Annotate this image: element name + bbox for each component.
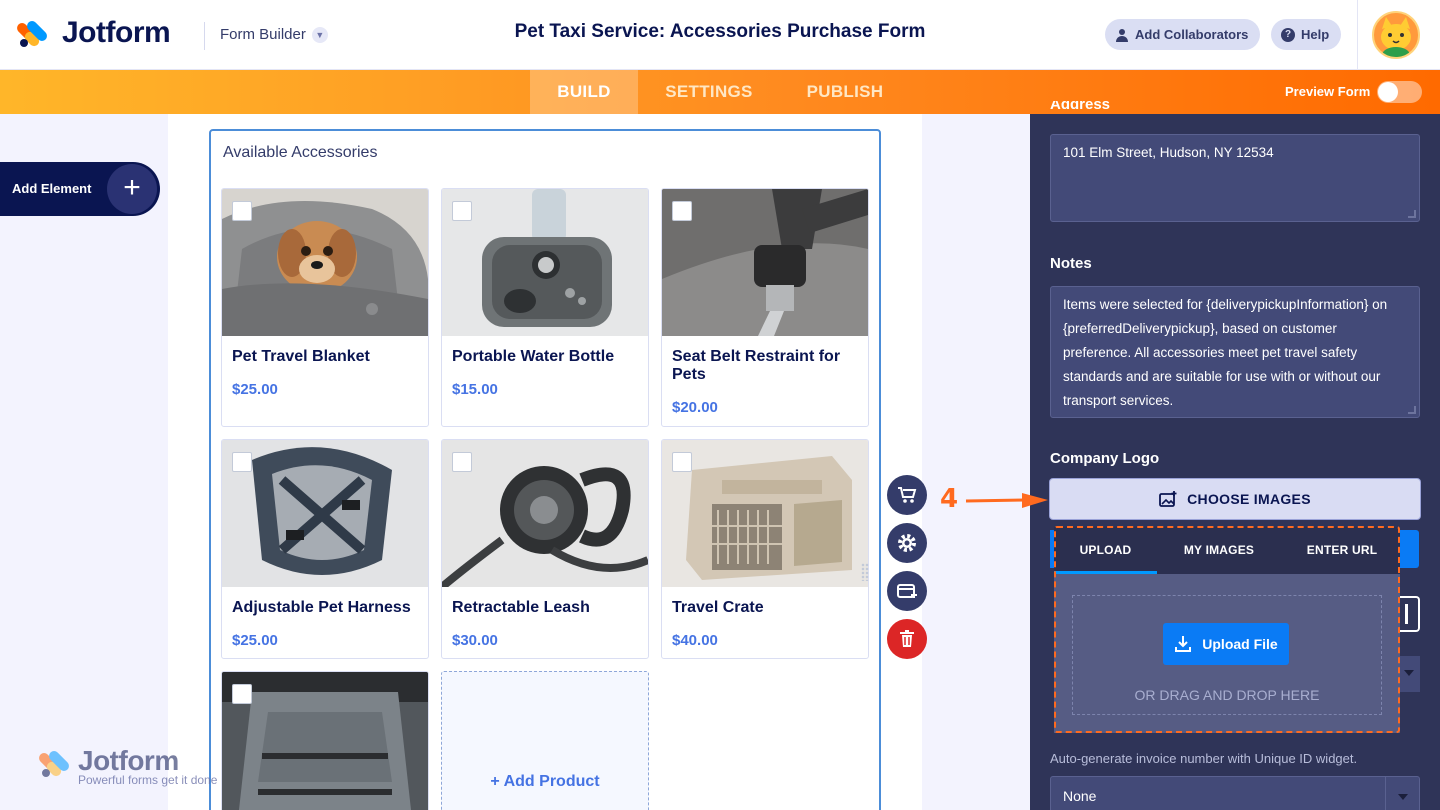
product-price: $20.00 — [672, 399, 718, 416]
product-name: Pet Travel Blanket — [232, 348, 370, 365]
gear-icon — [898, 534, 916, 552]
product-name: Retractable Leash — [452, 599, 590, 616]
notes-label: Notes — [1050, 255, 1092, 272]
trash-icon — [900, 630, 914, 647]
jotform-logo-icon — [36, 747, 72, 779]
product-checkbox[interactable] — [452, 452, 472, 472]
delete-button[interactable] — [887, 619, 927, 659]
product-image-harness — [222, 440, 428, 587]
product-name: Seat Belt Restraint for Pets — [672, 348, 841, 383]
invoice-select-value: None — [1063, 788, 1097, 804]
product-name: Adjustable Pet Harness — [232, 599, 411, 616]
settings-button[interactable] — [887, 523, 927, 563]
product-name: Travel Crate — [672, 599, 764, 616]
underlying-dropdown[interactable] — [1400, 656, 1420, 692]
annotation-highlight-box — [1054, 526, 1400, 733]
product-checkbox[interactable] — [232, 452, 252, 472]
resize-handle[interactable] — [1408, 406, 1416, 414]
product-image-seat-belt — [662, 189, 868, 336]
user-icon — [1116, 28, 1128, 42]
product-image-blanket — [222, 189, 428, 336]
product-price: $15.00 — [452, 381, 498, 398]
preview-form-toggle[interactable] — [1377, 81, 1422, 103]
preview-form-label: Preview Form — [1285, 84, 1371, 99]
address-textarea[interactable]: 101 Elm Street, Hudson, NY 12534 — [1050, 134, 1420, 222]
help-label: Help — [1301, 27, 1330, 42]
chevron-down-icon — [1385, 777, 1419, 810]
product-checkbox[interactable] — [672, 452, 692, 472]
cat-avatar-icon — [1381, 17, 1411, 57]
add-element-label: Add Element — [12, 181, 92, 196]
product-image-leash — [442, 440, 648, 587]
product-price: $25.00 — [232, 381, 278, 398]
address-label: Address — [1050, 101, 1111, 113]
product-card[interactable] — [221, 671, 429, 810]
annotation-step-number: 4 — [940, 484, 959, 514]
invoice-select[interactable]: None — [1050, 776, 1420, 810]
product-card[interactable]: Travel Crate $40.00 — [661, 439, 869, 659]
question-icon: ? — [1281, 27, 1295, 42]
notes-value: Items were selected for {deliverypickupI… — [1063, 297, 1388, 408]
product-card[interactable]: Portable Water Bottle $15.00 — [441, 188, 649, 427]
product-checkbox[interactable] — [452, 201, 472, 221]
watermark-tagline: Powerful forms get it done — [78, 773, 218, 787]
tab-publish[interactable]: PUBLISH — [790, 70, 900, 114]
product-checkbox[interactable] — [232, 201, 252, 221]
tab-build[interactable]: BUILD — [530, 70, 638, 114]
product-image-seat-cover — [222, 672, 428, 810]
product-price: $40.00 — [672, 632, 718, 649]
jotform-logo[interactable]: Jotform — [14, 16, 171, 50]
add-product-button[interactable]: + Add Product — [441, 671, 649, 810]
resize-handle[interactable] — [1408, 210, 1416, 218]
form-builder-dropdown[interactable]: Form Builder ▼ — [220, 26, 328, 43]
jotform-logo-icon — [14, 17, 50, 49]
notes-textarea[interactable]: Items were selected for {deliverypickupI… — [1050, 286, 1420, 418]
product-card[interactable]: Adjustable Pet Harness $25.00 — [221, 439, 429, 659]
plus-icon: + — [107, 164, 157, 214]
add-collaborators-label: Add Collaborators — [1135, 27, 1249, 42]
add-element-button[interactable]: Add Element + — [0, 162, 160, 216]
toggle-knob — [1378, 82, 1398, 102]
company-logo-label: Company Logo — [1050, 450, 1160, 467]
product-card[interactable]: Retractable Leash $30.00 — [441, 439, 649, 659]
logo-text: Jotform — [62, 16, 171, 49]
invoice-hint: Auto-generate invoice number with Unique… — [1050, 751, 1358, 766]
product-checkbox[interactable] — [672, 201, 692, 221]
product-price: $30.00 — [452, 632, 498, 649]
product-card[interactable]: Pet Travel Blanket $25.00 — [221, 188, 429, 427]
choose-images-button[interactable]: CHOOSE IMAGES — [1049, 478, 1421, 520]
choose-images-label: CHOOSE IMAGES — [1187, 491, 1311, 507]
tab-settings[interactable]: SETTINGS — [648, 70, 770, 114]
address-value: 101 Elm Street, Hudson, NY 12534 — [1063, 145, 1274, 160]
add-product-label: + Add Product — [490, 773, 600, 790]
underlying-button-edge — [1400, 530, 1419, 568]
payment-card-icon — [897, 584, 917, 598]
add-collaborators-button[interactable]: Add Collaborators — [1105, 19, 1261, 50]
form-title[interactable]: Pet Taxi Service: Accessories Purchase F… — [440, 21, 1000, 43]
divider — [1357, 0, 1358, 70]
help-button[interactable]: ? Help — [1271, 19, 1342, 50]
product-image-water-bottle — [442, 189, 648, 336]
builder-nav: BUILD SETTINGS PUBLISH Preview Form — [0, 70, 1440, 114]
cart-button[interactable] — [887, 475, 927, 515]
annotation-arrow-icon — [965, 493, 1048, 508]
top-bar: Jotform Form Builder ▼ Pet Taxi Service:… — [0, 0, 1440, 70]
cart-icon — [898, 487, 917, 503]
chevron-down-icon: ▼ — [311, 26, 328, 43]
product-card[interactable]: Seat Belt Restraint for Pets $20.00 — [661, 188, 869, 427]
payment-settings-button[interactable] — [887, 571, 927, 611]
product-image-crate — [662, 440, 868, 587]
divider — [204, 22, 205, 50]
image-add-icon — [1159, 491, 1177, 507]
drag-handle-icon[interactable] — [861, 563, 869, 581]
product-name: Portable Water Bottle — [452, 348, 615, 365]
underlying-toggle[interactable] — [1400, 596, 1420, 632]
product-price: $25.00 — [232, 632, 278, 649]
widget-title: Available Accessories — [223, 144, 378, 161]
form-builder-label: Form Builder — [220, 26, 306, 43]
avatar[interactable] — [1372, 11, 1420, 59]
product-checkbox[interactable] — [232, 684, 252, 704]
